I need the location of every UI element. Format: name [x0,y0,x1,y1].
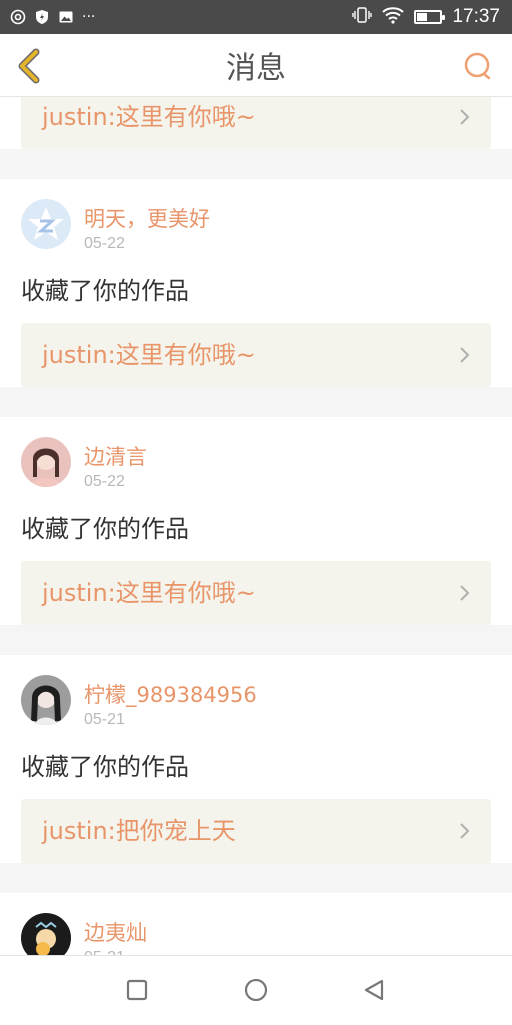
avatar[interactable] [21,913,71,955]
reply-text: justin:这里有你哦~ [42,103,256,131]
user-name[interactable]: 明天，更美好 [84,203,210,233]
recent-apps-button[interactable] [121,974,153,1006]
triangle-back-icon [364,979,384,1001]
search-icon [464,52,491,80]
avatar[interactable] [21,199,71,249]
list-item: 边夷灿 05-21 [0,893,512,955]
image-icon [58,9,74,25]
app-header: 消息 [0,34,512,97]
reply-text: justin:这里有你哦~ [42,341,256,369]
list-item: 明天，更美好 05-22 收藏了你的作品 justin:这里有你哦~ [0,179,512,387]
search-button[interactable] [458,46,498,86]
reply-box[interactable]: justin:这里有你哦~ [21,97,491,149]
status-bar: ··· 17:37 [0,0,512,34]
clock: 17:37 [452,6,500,27]
user-name[interactable]: 边清言 [84,441,147,471]
chevron-right-icon [460,823,470,839]
battery-icon [414,10,446,24]
divider [0,164,512,179]
reply-box[interactable]: justin:把你宠上天 [21,799,491,863]
action-text: 收藏了你的作品 [21,515,189,543]
more-notifications-indicator: ··· [82,9,96,25]
message-date: 05-22 [84,235,125,252]
user-name[interactable]: 边夷灿 [84,917,147,947]
wifi-icon [382,6,405,28]
reply-box[interactable]: justin:这里有你哦~ [21,561,491,625]
vibrate-icon [352,6,373,28]
divider [0,878,512,893]
message-list[interactable]: justin:这里有你哦~ 明天，更美好 05-22 收藏了你的作品 justi… [0,97,512,955]
chevron-right-icon [460,109,470,125]
reply-text: justin:把你宠上天 [42,817,236,845]
shield-icon [34,9,50,25]
chevron-right-icon [460,585,470,601]
avatar[interactable] [21,437,71,487]
list-item: 柠檬_989384956 05-21 收藏了你的作品 justin:把你宠上天 [0,655,512,863]
reply-text: justin:这里有你哦~ [42,579,256,607]
circle-icon [244,978,268,1002]
reply-box[interactable]: justin:这里有你哦~ [21,323,491,387]
action-text: 收藏了你的作品 [21,277,189,305]
divider [0,640,512,655]
message-date: 05-21 [84,711,125,728]
avatar[interactable] [21,675,71,725]
list-item: justin:这里有你哦~ [0,97,512,149]
message-date: 05-22 [84,473,125,490]
chevron-right-icon [460,347,470,363]
divider [0,402,512,417]
page-title: 消息 [226,51,286,86]
user-name[interactable]: 柠檬_989384956 [84,679,257,709]
action-text: 收藏了你的作品 [21,753,189,781]
list-item: 边清言 05-22 收藏了你的作品 justin:这里有你哦~ [0,417,512,625]
square-icon [126,979,148,1001]
app-notification-icon [10,9,26,25]
back-nav-button[interactable] [358,974,390,1006]
system-navigation-bar [0,955,512,1025]
home-button[interactable] [240,974,272,1006]
